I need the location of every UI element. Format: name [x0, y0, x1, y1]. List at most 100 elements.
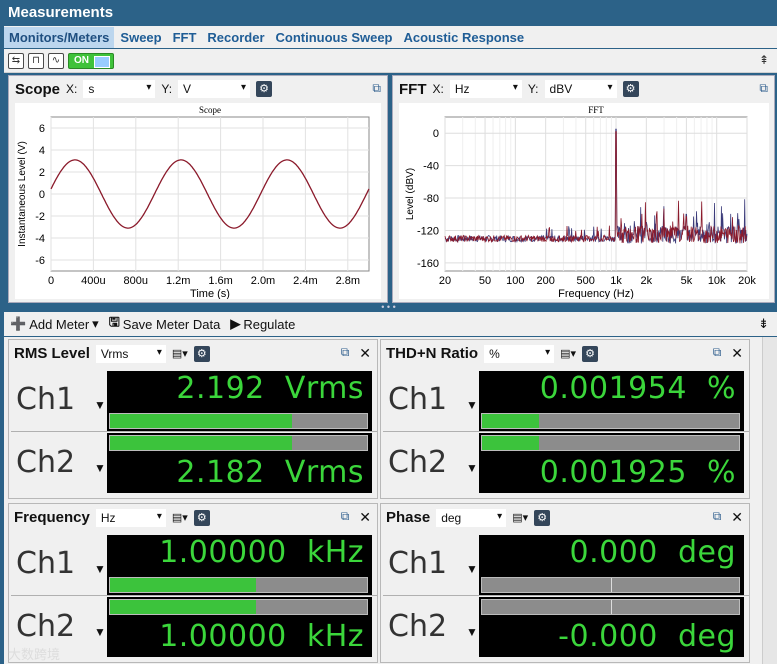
- x-tick-label: 2.0m: [251, 275, 275, 287]
- vertical-scrollbar[interactable]: [762, 337, 777, 664]
- meter-unit-select[interactable]: Hz: [95, 508, 166, 527]
- download-icon[interactable]: ⇟: [758, 316, 769, 332]
- x-tick-label: 2.4m: [293, 275, 317, 287]
- level-bar-fill: [482, 436, 539, 450]
- tab-recorder[interactable]: Recorder: [202, 27, 269, 48]
- pin-icon[interactable]: ⇞: [759, 53, 769, 67]
- channel-dropdown[interactable]: ▼: [94, 461, 106, 475]
- meter-panel: FrequencyHz▤▾⚙⧉✕Ch1▼1.00000 kHzCh2▼1.000…: [8, 503, 378, 663]
- x-tick-label: 5k: [681, 275, 693, 287]
- gear-icon[interactable]: ⚙: [534, 509, 551, 526]
- popout-icon[interactable]: ⧉: [713, 509, 722, 526]
- channel-dropdown[interactable]: ▼: [466, 625, 478, 639]
- tab-acoustic-response[interactable]: Acoustic Response: [399, 27, 530, 48]
- on-toggle[interactable]: ON: [68, 52, 114, 69]
- gear-icon[interactable]: ⚙: [193, 345, 210, 362]
- level-bar: [109, 413, 368, 429]
- close-icon[interactable]: ✕: [359, 509, 371, 526]
- monitor-toolbar: ⇆ ⊓ ∿ ON ⇞: [4, 49, 777, 73]
- scope-x-label: X:: [66, 82, 78, 96]
- meter-unit-select[interactable]: deg: [436, 508, 507, 527]
- meter-unit-select[interactable]: %: [484, 344, 555, 363]
- scope-x-unit-select[interactable]: s: [83, 80, 156, 98]
- graph-icon[interactable]: ▤▾: [172, 347, 188, 360]
- channel-label: Ch1: [388, 546, 448, 581]
- channel-dropdown[interactable]: ▼: [94, 625, 106, 639]
- x-tick-label: 400u: [81, 275, 105, 287]
- meter-value: 1.00000 kHz: [159, 535, 364, 570]
- fft-x-unit-select[interactable]: Hz: [449, 80, 522, 98]
- plus-icon: ➕: [10, 316, 27, 331]
- channel-dropdown[interactable]: ▼: [466, 461, 478, 475]
- channel-dropdown[interactable]: ▼: [466, 562, 478, 576]
- meter-unit-select[interactable]: Vrms: [95, 344, 166, 363]
- channel-label: Ch1: [16, 382, 76, 417]
- channel-label: Ch2: [16, 609, 76, 644]
- scope-chart: Scope6420-2-4-60 400u 800u 1.2m 1.6m 2.0m 2.4m…: [15, 103, 381, 299]
- level-bar: [109, 577, 368, 593]
- level-bar-fill: [110, 414, 293, 428]
- channel-separator: [383, 431, 749, 432]
- x-tick-label: 1k: [610, 275, 622, 287]
- x-tick-label: 10k: [708, 275, 726, 287]
- popout-icon[interactable]: ⧉: [713, 345, 722, 362]
- x-tick-label: 1.6m: [208, 275, 232, 287]
- tab-sweep[interactable]: Sweep: [115, 27, 166, 48]
- meter-window-controls: ⧉ ✕: [341, 345, 371, 362]
- x-tick-label: 500: [577, 275, 595, 287]
- channel-label: Ch2: [388, 609, 448, 644]
- y-axis-label: Instantaneous Level (V): [17, 141, 28, 247]
- tab-continuous-sweep[interactable]: Continuous Sweep: [271, 27, 398, 48]
- fft-y-label: Y:: [527, 82, 539, 96]
- scope-y-unit-select[interactable]: V: [178, 80, 251, 98]
- gear-icon[interactable]: ⚙: [582, 345, 599, 362]
- gear-icon[interactable]: ⚙: [256, 81, 273, 97]
- channel-label: Ch2: [388, 445, 448, 480]
- meter-value: 0.001954 %: [539, 371, 736, 406]
- meter-window-controls: ⧉ ✕: [341, 509, 371, 526]
- close-icon[interactable]: ✕: [359, 345, 371, 362]
- square-wave-icon[interactable]: ⊓: [28, 52, 44, 69]
- gear-icon[interactable]: ⚙: [193, 509, 210, 526]
- y-tick-label: -6: [35, 255, 45, 267]
- add-meter-button[interactable]: ➕ Add Meter ▾: [10, 316, 99, 332]
- transfer-icon[interactable]: ⇆: [8, 52, 24, 69]
- center-marker: [610, 578, 612, 592]
- save-icon: 🖫: [108, 314, 120, 329]
- graph-icon[interactable]: ▤▾: [512, 511, 528, 524]
- popout-icon[interactable]: ⧉: [372, 81, 381, 96]
- tab-monitors-meters[interactable]: Monitors/Meters: [4, 26, 115, 48]
- y-tick-label: -160: [417, 258, 439, 270]
- window-title: Measurements: [8, 4, 114, 21]
- meter-display: 0.001925 %: [479, 433, 744, 493]
- tab-bar: Monitors/Meters Sweep FFT Recorder Conti…: [4, 26, 777, 48]
- channel-dropdown[interactable]: ▼: [94, 562, 106, 576]
- meter-display: 0.000 deg: [479, 535, 744, 595]
- close-icon[interactable]: ✕: [731, 345, 743, 362]
- fft-y-unit-select[interactable]: dBV: [544, 80, 617, 98]
- save-meter-data-button[interactable]: 🖫 Save Meter Data: [109, 313, 221, 335]
- level-bar-fill: [110, 578, 257, 592]
- popout-icon[interactable]: ⧉: [759, 81, 768, 96]
- gear-icon[interactable]: ⚙: [622, 81, 639, 97]
- regulate-button[interactable]: ▶ Regulate: [230, 316, 295, 332]
- fft-title: FFT: [399, 80, 427, 98]
- y-tick-label: 0: [39, 189, 45, 201]
- close-icon[interactable]: ✕: [731, 509, 743, 526]
- meter-value: 0.000 deg: [569, 535, 736, 570]
- channel-dropdown[interactable]: ▼: [94, 398, 106, 412]
- y-tick-label: -40: [423, 161, 439, 173]
- popout-icon[interactable]: ⧉: [341, 345, 350, 362]
- waveform-icon[interactable]: ∿: [48, 52, 64, 69]
- graph-icon[interactable]: ▤▾: [560, 347, 576, 360]
- channel-dropdown[interactable]: ▼: [466, 398, 478, 412]
- level-bar: [481, 413, 740, 429]
- level-bar: [481, 577, 740, 593]
- tab-fft[interactable]: FFT: [168, 27, 202, 48]
- fft-x-label: X:: [432, 82, 444, 96]
- y-axis-label: Level (dBV): [405, 168, 416, 220]
- x-tick-label: 100: [506, 275, 524, 287]
- channel-label: Ch1: [16, 546, 76, 581]
- graph-icon[interactable]: ▤▾: [172, 511, 188, 524]
- popout-icon[interactable]: ⧉: [341, 509, 350, 526]
